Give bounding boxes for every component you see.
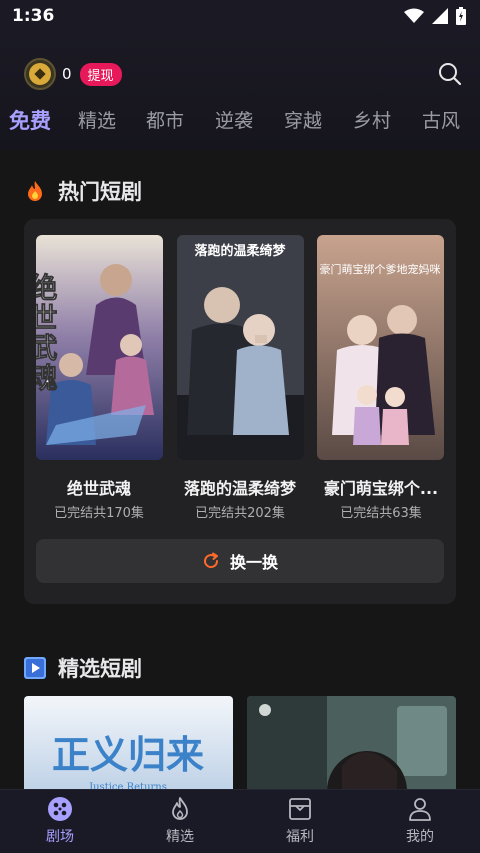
coin-icon <box>24 58 56 90</box>
nav-theater[interactable]: 剧场 <box>20 796 100 846</box>
drama-poster[interactable]: 正义归来 Justice Returns <box>24 696 233 796</box>
drama-title[interactable]: 绝世武魂 <box>29 475 169 499</box>
fire-icon <box>28 181 42 201</box>
selected-section-label: 精选短剧 <box>58 657 142 681</box>
hot-section-label: 热门短剧 <box>58 180 142 204</box>
drama-episodes: 已完结共63集 <box>340 506 422 521</box>
wifi-icon <box>404 8 424 23</box>
bottom-nav: 剧场 精选 福利 我的 <box>0 789 480 853</box>
tab-urban[interactable]: 都市 <box>146 106 184 133</box>
hot-section-title: 热门短剧 <box>24 176 142 206</box>
nav-label: 我的 <box>406 829 434 845</box>
drama-poster[interactable]: 绝世武魂 <box>36 235 163 460</box>
status-icons <box>404 7 466 25</box>
user-icon <box>409 798 431 821</box>
nav-profile[interactable]: 我的 <box>380 796 460 846</box>
drama-episodes: 已完结共170集 <box>54 506 144 521</box>
coin-balance[interactable]: 0 提现 <box>24 58 122 90</box>
drama-poster[interactable]: 豪门萌宝绑个爹地宠妈咪 <box>317 235 444 460</box>
withdraw-button[interactable]: 提现 <box>79 62 122 86</box>
tab-ancient[interactable]: 古风 <box>422 106 460 133</box>
drama-title[interactable]: 落跑的温柔绮梦 <box>170 475 310 499</box>
coin-count: 0 <box>62 65 72 83</box>
header: 0 提现 免费 精选 都市 逆袭 穿越 乡村 古风 <box>0 34 480 150</box>
poster-title-art: 落跑的温柔绮梦 <box>194 243 286 259</box>
gift-box-icon <box>289 798 311 820</box>
drama-poster[interactable]: 落跑的温柔绮梦 <box>177 235 304 460</box>
nav-label: 精选 <box>166 829 194 845</box>
tab-featured[interactable]: 精选 <box>78 106 116 133</box>
theater-icon <box>48 797 72 821</box>
refresh-button[interactable]: 换一换 <box>36 539 444 583</box>
poster-title-art: 正义归来 <box>52 732 204 777</box>
nav-featured[interactable]: 精选 <box>140 796 220 846</box>
drama-episodes: 已完结共202集 <box>195 506 285 521</box>
flame-icon <box>172 797 188 820</box>
tab-time-travel[interactable]: 穿越 <box>284 106 322 133</box>
hot-dramas-card: 绝世武魂 绝世武魂 已完结共170集 落跑的温柔绮梦 落跑的温柔绮梦 已完结共2… <box>24 219 456 604</box>
category-tabs: 免费 精选 都市 逆袭 穿越 乡村 古风 <box>0 106 480 142</box>
status-time: 1:36 <box>12 6 55 26</box>
poster-title-art: 豪门萌宝绑个爹地宠妈咪 <box>320 262 441 276</box>
tab-free[interactable]: 免费 <box>9 105 51 135</box>
tab-comeback[interactable]: 逆袭 <box>215 106 253 133</box>
poster-title-art: 绝世武魂 <box>36 272 59 393</box>
drama-title[interactable]: 豪门萌宝绑个... <box>311 475 451 499</box>
battery-icon <box>456 7 466 25</box>
nav-welfare[interactable]: 福利 <box>260 796 340 846</box>
drama-poster[interactable] <box>247 696 456 796</box>
selected-section-title: 精选短剧 <box>24 653 142 683</box>
status-bar: 1:36 <box>0 0 480 34</box>
refresh-icon <box>204 552 218 569</box>
nav-label: 福利 <box>286 829 314 845</box>
tab-rural[interactable]: 乡村 <box>353 106 391 133</box>
refresh-label: 换一换 <box>229 553 278 572</box>
search-icon[interactable] <box>438 62 462 86</box>
play-icon <box>24 657 46 679</box>
signal-icon <box>432 8 448 24</box>
nav-label: 剧场 <box>46 829 74 845</box>
